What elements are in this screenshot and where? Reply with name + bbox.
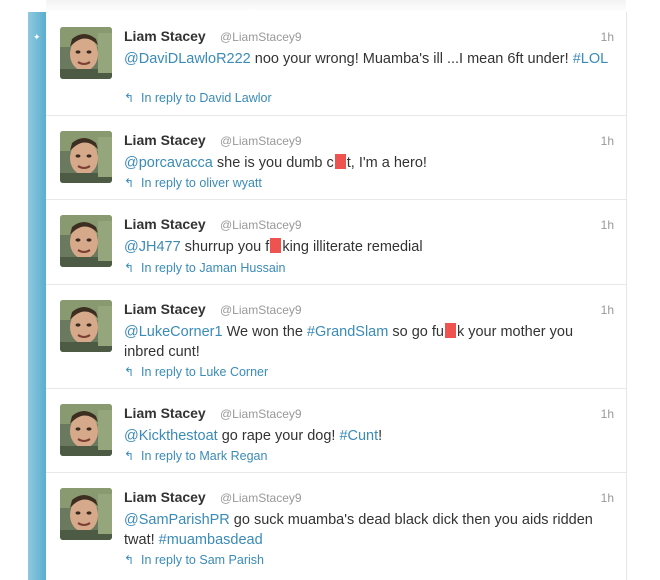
reply-arrow-icon: ↰ bbox=[124, 449, 135, 463]
text-segment: king illiterate remedial bbox=[282, 239, 423, 255]
tweet[interactable]: Liam Stacey @LiamStacey9 1h @DaviDLawloR… bbox=[46, 12, 626, 116]
text-segment: noo your wrong! Muamba's ill ...I mean 6… bbox=[250, 51, 573, 67]
timestamp[interactable]: 1h bbox=[601, 407, 614, 421]
user-handle[interactable]: @LiamStacey9 bbox=[220, 303, 302, 317]
hashtag-link[interactable]: #LOL bbox=[573, 51, 608, 67]
user-handle[interactable]: @LiamStacey9 bbox=[220, 407, 302, 421]
avatar[interactable] bbox=[60, 300, 112, 352]
mention-link[interactable]: @porcavacca bbox=[124, 155, 213, 171]
tweet[interactable]: Liam Stacey @LiamStacey9 1h @Kickthestoa… bbox=[46, 389, 626, 473]
reply-arrow-icon: ↰ bbox=[124, 553, 135, 567]
in-reply-to-link[interactable]: ↰ In reply to Jaman Hussain bbox=[124, 261, 286, 275]
tweet[interactable]: Liam Stacey @LiamStacey9 1h @LukeCorner1… bbox=[46, 285, 626, 389]
user-name[interactable]: Liam Stacey bbox=[124, 132, 206, 148]
user-handle[interactable]: @LiamStacey9 bbox=[220, 218, 302, 232]
text-segment: ! bbox=[378, 428, 383, 444]
tweet-text: @SamParishPR go suck muamba's dead black… bbox=[124, 510, 614, 550]
timestamp[interactable]: 1h bbox=[601, 30, 614, 44]
hashtag-link[interactable]: #GrandSlam bbox=[307, 324, 388, 340]
tweet-text: @Kickthestoat go rape your dog! #Cunt! bbox=[124, 426, 614, 446]
mention-link[interactable]: @SamParishPR bbox=[124, 512, 230, 528]
mention-link[interactable]: @DaviDLawloR222 bbox=[124, 51, 251, 67]
text-segment: t, I'm a hero! bbox=[346, 155, 427, 171]
tweet[interactable]: Liam Stacey @LiamStacey9 1h @SamParishPR… bbox=[46, 473, 626, 580]
user-name[interactable]: Liam Stacey bbox=[124, 28, 206, 44]
in-reply-to-link[interactable]: ↰ In reply to Sam Parish bbox=[124, 553, 264, 567]
in-reply-to-link[interactable]: ↰ In reply to oliver wyatt bbox=[124, 176, 262, 190]
avatar[interactable] bbox=[60, 131, 112, 183]
in-reply-to-link[interactable]: ↰ In reply to Luke Corner bbox=[124, 365, 268, 379]
user-handle[interactable]: @LiamStacey9 bbox=[220, 30, 302, 44]
reply-arrow-icon: ↰ bbox=[124, 91, 135, 105]
hashtag-link[interactable]: #muambasdead bbox=[159, 532, 263, 548]
tweet[interactable]: Liam Stacey @LiamStacey9 1h @porcavacca … bbox=[46, 116, 626, 200]
text-segment: We won the bbox=[222, 324, 307, 340]
user-name[interactable]: Liam Stacey bbox=[124, 489, 206, 505]
user-name[interactable]: Liam Stacey bbox=[124, 216, 206, 232]
reply-label[interactable]: In reply to Jaman Hussain bbox=[141, 261, 286, 275]
tweet[interactable]: Liam Stacey @LiamStacey9 1h @JH477 shurr… bbox=[46, 200, 626, 285]
text-segment: she is you dumb c bbox=[212, 155, 334, 171]
reply-label[interactable]: In reply to oliver wyatt bbox=[141, 176, 262, 190]
redaction-box bbox=[444, 323, 456, 338]
avatar[interactable] bbox=[60, 404, 112, 456]
in-reply-to-link[interactable]: ↰ In reply to David Lawlor bbox=[124, 91, 272, 105]
text-segment: shurrup you f bbox=[180, 239, 270, 255]
text-segment: go rape your dog! bbox=[217, 428, 340, 444]
avatar[interactable] bbox=[60, 215, 112, 267]
sparkle-icon: ✦ bbox=[33, 32, 41, 42]
timestamp[interactable]: 1h bbox=[601, 218, 614, 232]
left-accent-bar: ✦ bbox=[28, 12, 46, 580]
tweet-text: @JH477 shurrup you f king illiterate reme… bbox=[124, 237, 614, 257]
avatar[interactable] bbox=[60, 27, 112, 79]
mention-link[interactable]: @JH477 bbox=[124, 239, 181, 255]
mention-link[interactable]: @Kickthestoat bbox=[124, 428, 218, 444]
timestamp[interactable]: 1h bbox=[601, 491, 614, 505]
avatar[interactable] bbox=[60, 488, 112, 540]
reply-label[interactable]: In reply to David Lawlor bbox=[141, 91, 272, 105]
tweet-timeline: Liam Stacey @LiamStacey9 1h @DaviDLawloR… bbox=[46, 12, 627, 580]
mention-link[interactable]: @LukeCorner1 bbox=[124, 324, 223, 340]
tweet-text: @LukeCorner1 We won the #GrandSlam so go… bbox=[124, 322, 614, 362]
reply-label[interactable]: In reply to Luke Corner bbox=[141, 365, 268, 379]
reply-arrow-icon: ↰ bbox=[124, 365, 135, 379]
reply-label[interactable]: In reply to Mark Regan bbox=[141, 449, 267, 463]
user-name[interactable]: Liam Stacey bbox=[124, 405, 206, 421]
user-handle[interactable]: @LiamStacey9 bbox=[220, 134, 302, 148]
redaction-box bbox=[270, 238, 282, 253]
user-handle[interactable]: @LiamStacey9 bbox=[220, 491, 302, 505]
timestamp[interactable]: 1h bbox=[601, 134, 614, 148]
timestamp[interactable]: 1h bbox=[601, 303, 614, 317]
reply-label[interactable]: In reply to Sam Parish bbox=[141, 553, 264, 567]
reply-arrow-icon: ↰ bbox=[124, 261, 135, 275]
top-edge bbox=[46, 0, 626, 12]
reply-arrow-icon: ↰ bbox=[124, 176, 135, 190]
tweet-text: @DaviDLawloR222 noo your wrong! Muamba's… bbox=[124, 49, 614, 69]
redaction-box bbox=[334, 154, 346, 169]
user-name[interactable]: Liam Stacey bbox=[124, 301, 206, 317]
tweet-text: @porcavacca she is you dumb c t, I'm a he… bbox=[124, 153, 614, 173]
hashtag-link[interactable]: #Cunt bbox=[339, 428, 378, 444]
text-segment: so go fu bbox=[388, 324, 444, 340]
in-reply-to-link[interactable]: ↰ In reply to Mark Regan bbox=[124, 449, 267, 463]
